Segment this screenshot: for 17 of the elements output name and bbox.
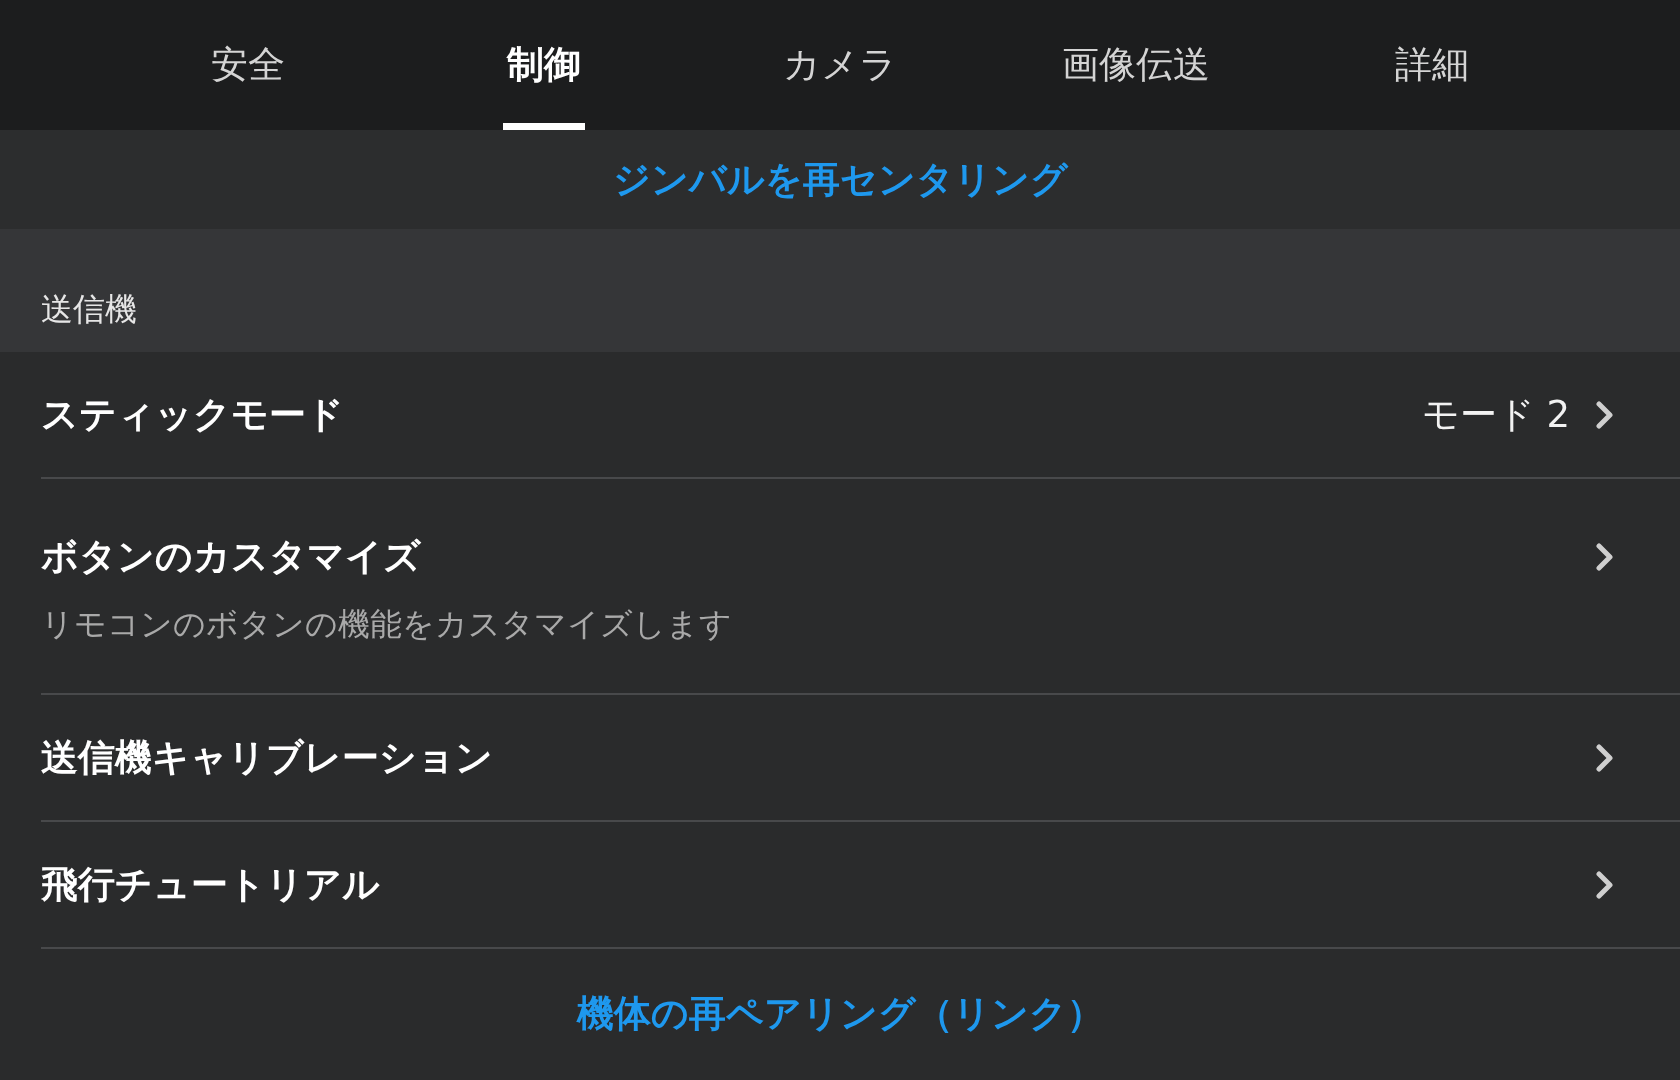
tab[interactable]: 安全 — [207, 0, 289, 130]
setting-value: モード 2 — [1421, 391, 1570, 438]
setting-description: リモコンのボタンの機能をカスタマイズします — [41, 604, 733, 645]
setting-title[interactable]: ボタンのカスタマイズ — [41, 532, 421, 582]
re-pair-aircraft-link[interactable]: 機体の再ペアリング（リンク） — [576, 989, 1104, 1039]
setting-title[interactable]: スティックモード — [41, 389, 344, 440]
setting-title[interactable]: 飛行チュートリアル — [41, 859, 380, 910]
tab[interactable]: 詳細 — [1391, 0, 1473, 130]
recenter-gimbal-link[interactable]: ジンバルを再センタリング — [612, 154, 1068, 205]
tab[interactable]: カメラ — [779, 0, 901, 130]
chevron-right-icon — [1596, 743, 1614, 772]
setting-title[interactable]: 送信機キャリブレーション — [41, 732, 493, 783]
chevron-right-icon — [1596, 543, 1614, 571]
chevron-right-icon — [1596, 870, 1614, 899]
section-title: 送信機 — [41, 289, 137, 330]
tab[interactable]: 画像伝送 — [1058, 0, 1214, 130]
chevron-right-icon — [1596, 400, 1614, 429]
